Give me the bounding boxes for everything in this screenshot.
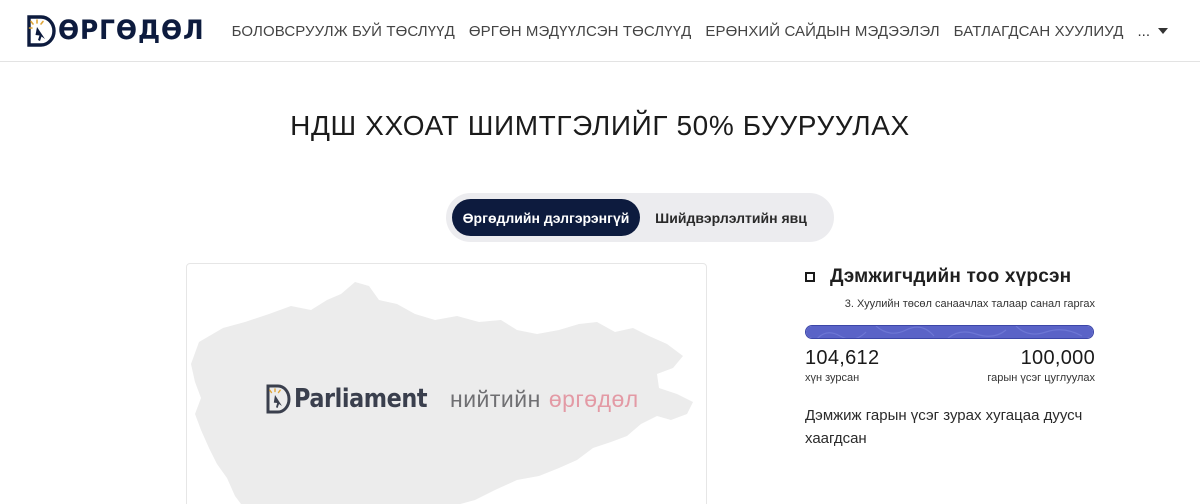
logo-pointer-icon <box>27 15 56 47</box>
goal-label: гарын үсэг цуглуулах <box>987 372 1095 384</box>
tab-petition-details[interactable]: Өргөдлийн дэлгэрэнгүй <box>452 199 640 236</box>
top-navbar: ӨРГӨДӨЛ БОЛОВСРУУЛЖ БУЙ ТӨСЛҮҮД ӨРГӨН МЭ… <box>0 0 1200 62</box>
parliament-logo-icon <box>266 384 291 414</box>
brand-name-en: Parliament <box>294 384 428 414</box>
signature-progress-fill <box>806 326 1093 338</box>
tab-resolution-progress[interactable]: Шийдвэрлэлтийн явц <box>640 199 822 236</box>
progress-pattern <box>817 326 1083 338</box>
petition-stats-panel: Дэмжигчдийн тоо хүрсэн 3. Хуулийн төсөл … <box>805 264 1095 450</box>
goal-count: 100,000 <box>1020 347 1095 369</box>
nav-item-prime-minister-info[interactable]: ЕРӨНХИЙ САЙДЫН МЭДЭЭЛЭЛ <box>705 23 939 40</box>
page-title: НДШ ХХОАТ ШИМТГЭЛИЙГ 50% БУУРУУЛАХ <box>290 110 910 141</box>
nav-more-dropdown[interactable]: ... <box>1137 23 1168 40</box>
signature-progress-bar <box>805 325 1094 339</box>
nav-item-drafting-projects[interactable]: БОЛОВСРУУЛЖ БУЙ ТӨСЛҮҮД <box>232 23 455 40</box>
status-header: Дэмжигчдийн тоо хүрсэн <box>805 264 1095 290</box>
status-square-icon <box>805 272 815 282</box>
logo-text: ӨРГӨДӨЛ <box>58 15 205 46</box>
nav-more-label: ... <box>1137 22 1150 40</box>
signed-count: 104,612 <box>805 347 880 369</box>
brand-name-mn-public: нийтийн <box>450 385 541 412</box>
counts-labels-row: хүн зурсан гарын үсэг цуглуулах <box>805 372 1095 384</box>
petition-image-card: Parliament нийтийн өргөдөл <box>186 263 707 504</box>
caret-down-icon <box>1158 28 1168 34</box>
nav-item-submitted-projects[interactable]: ӨРГӨН МЭДҮҮЛСЭН ТӨСЛҮҮД <box>469 23 692 40</box>
brand-name-mn-petition: өргөдөл <box>548 385 639 412</box>
site-logo[interactable]: ӨРГӨДӨЛ <box>26 14 217 48</box>
stage-label: 3. Хуулийн төсөл санаачлах талаар санал … <box>844 298 1095 310</box>
signed-label: хүн зурсан <box>805 372 860 384</box>
parliament-brand: Parliament нийтийн өргөдөл <box>265 384 639 414</box>
main-nav: БОЛОВСРУУЛЖ БУЙ ТӨСЛҮҮД ӨРГӨН МЭДҮҮЛСЭН … <box>232 0 1168 62</box>
nav-item-approved-laws[interactable]: БАТЛАГДСАН ХУУЛИУД <box>954 23 1124 40</box>
status-title: Дэмжигчдийн тоо хүрсэн <box>830 266 1072 287</box>
counts-row: 104,612 100,000 <box>805 347 1095 370</box>
tab-switcher: Өргөдлийн дэлгэрэнгүй Шийдвэрлэлтийн явц <box>446 193 834 242</box>
closed-note: Дэмжиж гарын үсэг зурах хугацаа дуусч ха… <box>805 407 1083 447</box>
